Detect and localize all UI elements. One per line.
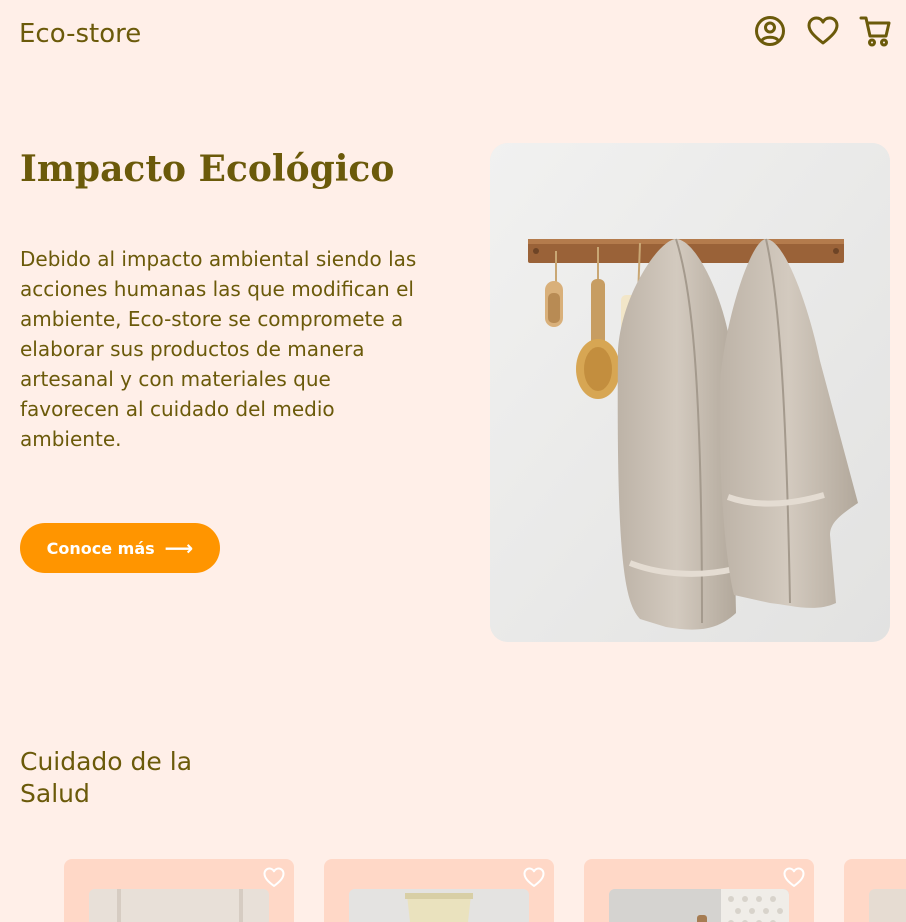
hero-image xyxy=(490,143,890,642)
learn-more-button[interactable]: Conoce más ⟶ xyxy=(20,523,220,573)
favorite-heart-icon[interactable] xyxy=(522,865,546,889)
store-logo[interactable]: Eco-store xyxy=(19,19,141,49)
favorite-heart-icon[interactable] xyxy=(262,865,286,889)
hero-description: Debido al impacto ambiental siendo las a… xyxy=(20,247,417,451)
product-card[interactable] xyxy=(844,859,906,922)
product-card[interactable] xyxy=(584,859,814,922)
learn-more-label: Conoce más xyxy=(46,538,155,558)
product-image xyxy=(349,889,529,922)
product-image xyxy=(609,889,789,922)
heart-icon[interactable] xyxy=(806,14,840,48)
section-title: Cuidado de la Salud xyxy=(20,747,193,808)
product-image xyxy=(89,889,269,922)
product-carousel xyxy=(64,859,906,922)
favorite-heart-icon[interactable] xyxy=(782,865,806,889)
arrow-right-icon: ⟶ xyxy=(164,536,194,560)
site-header: Eco-store xyxy=(0,0,906,80)
product-card[interactable] xyxy=(64,859,294,922)
cart-icon[interactable] xyxy=(859,14,893,48)
hero-title: Impacto Ecológico xyxy=(20,148,395,190)
product-image xyxy=(869,889,906,922)
product-card[interactable] xyxy=(324,859,554,922)
user-icon[interactable] xyxy=(753,14,787,48)
towels-on-hook-rack-illustration xyxy=(490,143,890,642)
